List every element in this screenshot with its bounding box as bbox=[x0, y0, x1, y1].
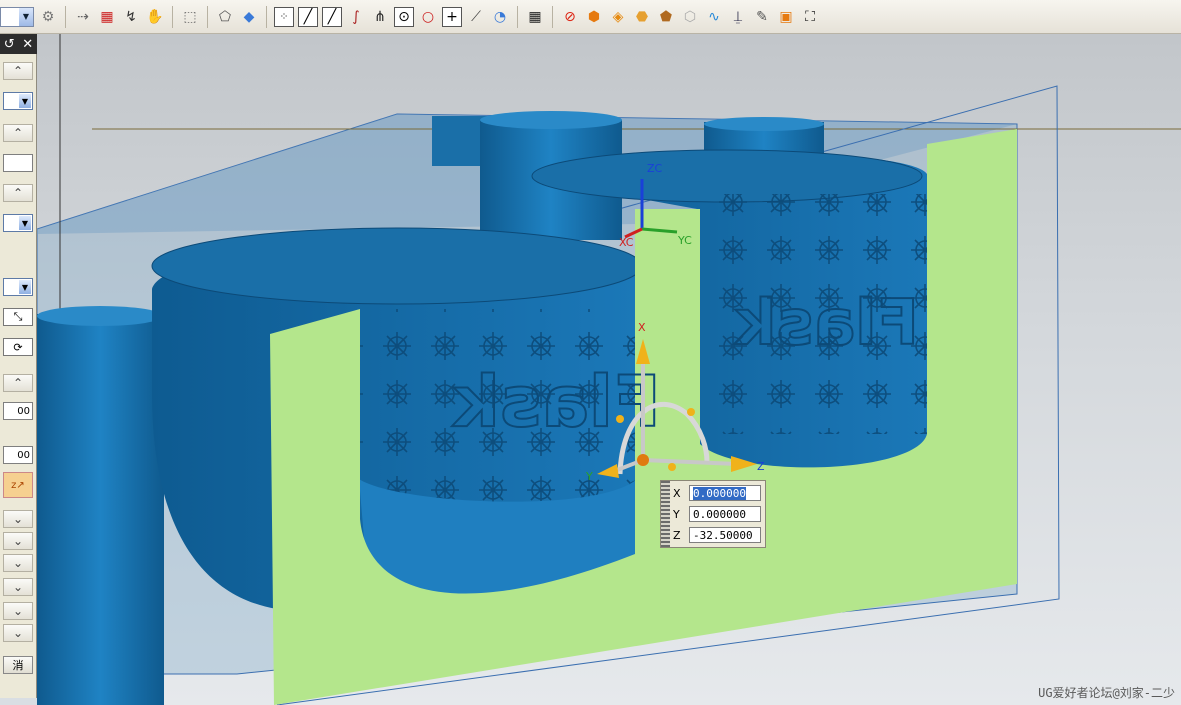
reference-dropdown[interactable]: ▼ bbox=[3, 214, 33, 232]
center-icon[interactable]: ⊙ bbox=[394, 6, 414, 27]
shaded-box-icon[interactable]: ◆ bbox=[239, 7, 259, 27]
z-label: Z bbox=[673, 528, 681, 542]
hand-icon[interactable]: ✋ bbox=[145, 7, 165, 27]
rotate-icon[interactable]: ⟳ bbox=[3, 338, 33, 356]
arc-line-icon[interactable]: ╱ bbox=[322, 6, 342, 27]
toolbar-separator bbox=[172, 5, 173, 28]
pin-icon[interactable]: ⍊ bbox=[728, 7, 748, 27]
expand-section-icon[interactable]: ⌄ bbox=[3, 578, 33, 596]
close-icon[interactable]: ✕ bbox=[22, 37, 33, 52]
dialog-header: ↺ ✕ bbox=[0, 34, 37, 54]
sheet-icon[interactable]: ✎ bbox=[752, 7, 772, 27]
line-icon[interactable]: ╱ bbox=[298, 6, 318, 27]
stack-icon[interactable]: ⬟ bbox=[656, 7, 676, 27]
graphics-viewport[interactable]: Flask Flask ZC YC XC X Z Y bbox=[37, 34, 1181, 705]
csys-icon[interactable]: z↗ bbox=[3, 472, 33, 498]
x-label: X bbox=[673, 486, 681, 500]
x-input[interactable]: 0.000000 bbox=[689, 485, 761, 501]
toolbar-separator bbox=[552, 5, 553, 28]
type-dropdown[interactable]: ▼ bbox=[3, 92, 33, 110]
curve-icon[interactable]: ∫ bbox=[346, 7, 366, 27]
chevron-down-icon[interactable]: ▼ bbox=[19, 7, 33, 26]
collapse-section-icon[interactable]: ⌃ bbox=[3, 184, 33, 202]
vector-icon[interactable]: ⤡ bbox=[3, 308, 33, 326]
y-input[interactable]: 0.000000 bbox=[689, 506, 761, 522]
main-toolbar: ▼ ⚙ ⇢ ▦ ↯ ✋ ⬚ ⬠ ◆ ⁘ ╱ ╱ ∫ ⋔ ⊙ ○ + ⟋ ◔ ▦ … bbox=[0, 0, 1181, 34]
y-label: Y bbox=[673, 507, 680, 521]
toolbar-separator bbox=[65, 5, 66, 28]
grid-points-icon[interactable]: ⁘ bbox=[274, 6, 294, 27]
expand-section-icon[interactable]: ⌄ bbox=[3, 510, 33, 528]
y-row: Y 0.000000 bbox=[673, 504, 761, 524]
selection-filter-dropdown[interactable]: ▼ bbox=[0, 6, 34, 27]
xc-label: XC bbox=[619, 236, 634, 249]
snap-point-icon[interactable]: ⇢ bbox=[73, 7, 93, 27]
toolbar-separator bbox=[266, 5, 267, 28]
chevron-down-icon[interactable]: ▼ bbox=[19, 94, 31, 108]
expand-section-icon[interactable]: ⌄ bbox=[3, 532, 33, 550]
emboss-text-back: Flask bbox=[733, 286, 918, 359]
slash-icon[interactable]: ⟋ bbox=[466, 7, 486, 27]
z-input[interactable]: -32.50000 bbox=[689, 527, 761, 543]
x-row: X 0.000000 bbox=[673, 483, 761, 503]
expand-section-icon[interactable]: ⌄ bbox=[3, 554, 33, 572]
y-axis-label: Y bbox=[585, 470, 593, 483]
zc-label: ZC bbox=[647, 162, 663, 175]
chevron-down-icon[interactable]: ▼ bbox=[19, 280, 31, 294]
no-entry-icon[interactable]: ⊘ bbox=[560, 7, 580, 27]
matrix-icon[interactable]: ▦ bbox=[525, 7, 545, 27]
rectangle-select-icon[interactable]: ⬚ bbox=[180, 7, 200, 27]
grid-select-icon[interactable]: ▦ bbox=[97, 7, 117, 27]
chevron-down-icon[interactable]: ▼ bbox=[19, 216, 31, 230]
toolbar-separator bbox=[517, 5, 518, 28]
reset-icon[interactable]: ↺ bbox=[4, 37, 15, 52]
plus-icon[interactable]: + bbox=[442, 6, 462, 27]
filter-icon[interactable]: ⚙ bbox=[38, 7, 58, 27]
value-field-b[interactable]: 00 bbox=[3, 446, 33, 464]
cancel-button[interactable]: 消 bbox=[3, 656, 33, 674]
z-row: Z -32.50000 bbox=[673, 525, 761, 545]
drag-handle[interactable] bbox=[661, 481, 670, 547]
yc-label: YC bbox=[677, 234, 692, 247]
expand-section-icon[interactable]: ⌄ bbox=[3, 624, 33, 642]
z-axis-label: Z bbox=[757, 460, 765, 473]
orange-cube-icon[interactable]: ⬢ bbox=[584, 7, 604, 27]
intersect-icon[interactable]: ⋔ bbox=[370, 7, 390, 27]
coordinate-entry-box: X 0.000000 Y 0.000000 Z -32.50000 bbox=[660, 480, 766, 548]
small-cube-icon[interactable]: ▣ bbox=[776, 7, 796, 27]
collapse-section-icon[interactable]: ⌃ bbox=[3, 374, 33, 392]
method-dropdown[interactable]: ▼ bbox=[3, 278, 33, 296]
white-box-icon[interactable]: ⬡ bbox=[680, 7, 700, 27]
value-field-a[interactable]: 00 bbox=[3, 402, 33, 420]
toolbar-separator bbox=[207, 5, 208, 28]
crop-icon[interactable]: ⛶ bbox=[800, 7, 820, 27]
model-scene: Flask Flask ZC YC XC X Z Y bbox=[37, 34, 1181, 705]
dialog-panel: ↺ ✕ ⌃ ▼ ⌃ ⌃ ▼ ▼ ⤡ ⟳ ⌃ 00 00 z↗ ⌄ ⌄ ⌄ ⌄ ⌄… bbox=[0, 34, 37, 698]
spline-icon[interactable]: ∿ bbox=[704, 7, 724, 27]
inspect-icon[interactable]: ◔ bbox=[490, 7, 510, 27]
left-post bbox=[37, 314, 164, 705]
x-value: 0.000000 bbox=[693, 487, 746, 500]
arrow-select-icon[interactable]: ↯ bbox=[121, 7, 141, 27]
x-axis-label: X bbox=[638, 321, 646, 334]
solid-icon[interactable]: ⬠ bbox=[215, 7, 235, 27]
collapse-section-icon[interactable]: ⌃ bbox=[3, 62, 33, 80]
collapse-section-icon[interactable]: ⌃ bbox=[3, 124, 33, 142]
layer-icon[interactable]: ⬣ bbox=[632, 7, 652, 27]
circle-icon[interactable]: ○ bbox=[418, 7, 438, 27]
left-post-top bbox=[37, 306, 163, 326]
watermark: UG爱好者论坛@刘家-二少 bbox=[1038, 686, 1175, 700]
text-field[interactable] bbox=[3, 154, 33, 172]
orange-face-icon[interactable]: ◈ bbox=[608, 7, 628, 27]
expand-section-icon[interactable]: ⌄ bbox=[3, 602, 33, 620]
